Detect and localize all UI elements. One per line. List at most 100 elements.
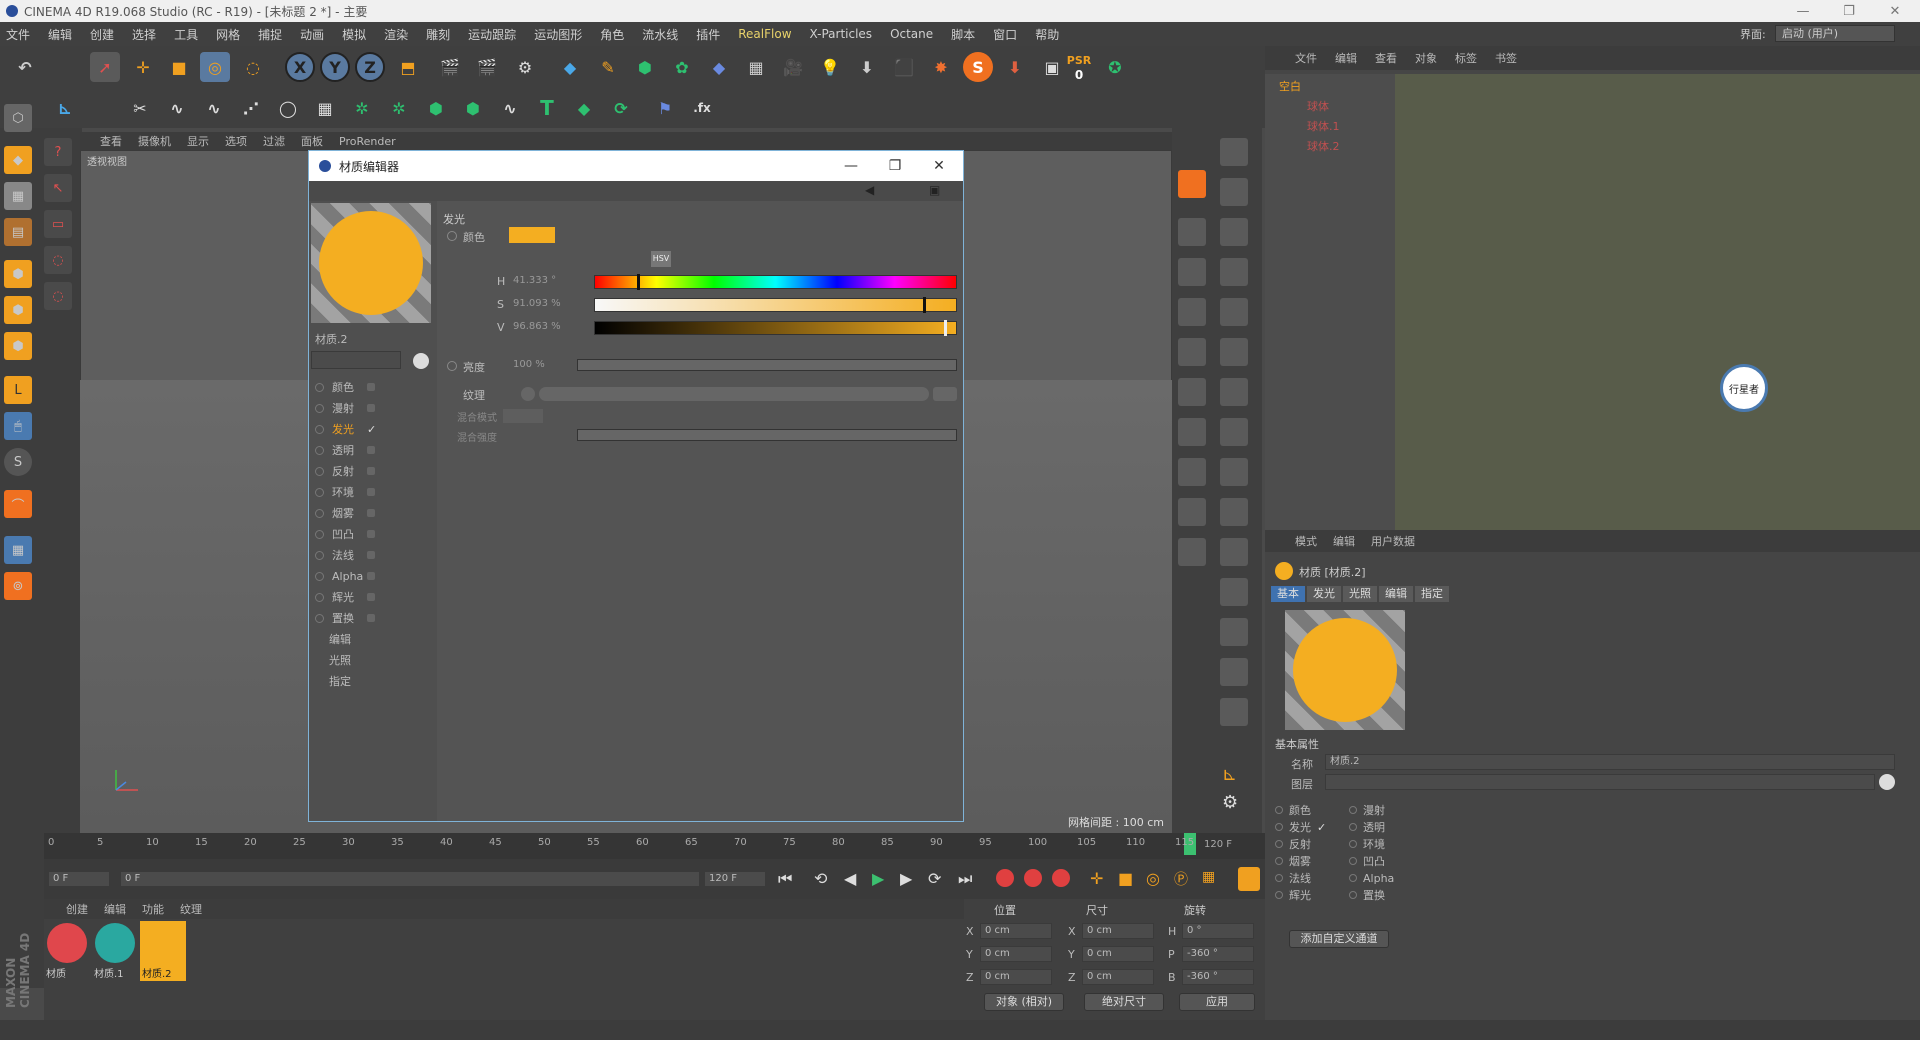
recent-tool-icon[interactable]: ◌ bbox=[238, 52, 268, 82]
material-thumbnail[interactable]: 材质 bbox=[44, 921, 90, 981]
dialog-maximize-button[interactable]: ❐ bbox=[873, 151, 917, 181]
hsv-mode-button[interactable]: HSV bbox=[651, 251, 671, 267]
attribute-channel-row[interactable]: 颜色 bbox=[1275, 802, 1345, 818]
s-value[interactable]: 91.093 % bbox=[513, 298, 561, 309]
coord-size-select[interactable]: 绝对尺寸 bbox=[1084, 993, 1164, 1011]
octane-icon[interactable]: ⬇ bbox=[1000, 52, 1030, 82]
attribute-menu-item[interactable]: 编辑 bbox=[1333, 533, 1355, 549]
menu-item[interactable]: 运动图形 bbox=[534, 26, 582, 43]
hue-slider-knob[interactable] bbox=[636, 274, 640, 290]
help-icon[interactable]: ? bbox=[44, 138, 72, 166]
mirror-icon[interactable] bbox=[1220, 618, 1248, 646]
texture-field[interactable] bbox=[539, 387, 929, 401]
channel-item[interactable]: 漫射 bbox=[315, 398, 435, 418]
deformer-icon[interactable]: ◆ bbox=[704, 52, 734, 82]
attribute-channel-row[interactable]: 凹凸 bbox=[1349, 853, 1419, 869]
pen-icon[interactable]: ✎ bbox=[593, 52, 623, 82]
lasso-selection-icon[interactable]: ◌ bbox=[44, 246, 72, 274]
inset-icon[interactable] bbox=[1178, 418, 1206, 446]
bridge-icon[interactable] bbox=[1178, 458, 1206, 486]
auto-key-icon[interactable] bbox=[1024, 869, 1042, 887]
checkbox-icon[interactable] bbox=[367, 551, 375, 559]
record-icon[interactable] bbox=[996, 869, 1014, 887]
flatten-icon[interactable] bbox=[1220, 298, 1248, 326]
channel-radio-icon[interactable] bbox=[1275, 857, 1283, 865]
erase-icon[interactable] bbox=[1220, 458, 1248, 486]
channel-item[interactable]: 透明 bbox=[315, 440, 435, 460]
rectangle-selection-icon[interactable]: ▭ bbox=[44, 210, 72, 238]
attribute-tab[interactable]: 光照 bbox=[1343, 586, 1377, 602]
material-menu-item[interactable]: 创建 bbox=[66, 901, 88, 917]
viewport-menu-item[interactable]: 查看 bbox=[100, 133, 122, 149]
next-frame-icon[interactable]: ▶ bbox=[900, 869, 912, 888]
x-axis-lock[interactable]: X bbox=[285, 52, 315, 82]
attribute-channel-row[interactable]: 烟雾 bbox=[1275, 853, 1345, 869]
channel-radio-icon[interactable] bbox=[1349, 806, 1357, 814]
pinch-icon[interactable] bbox=[1220, 378, 1248, 406]
smooth-icon[interactable] bbox=[1220, 218, 1248, 246]
channel-item[interactable]: 置换 bbox=[315, 608, 435, 628]
keyframe-selection-icon[interactable] bbox=[1052, 869, 1070, 887]
object-sphere-2[interactable]: 球体.2 bbox=[1307, 138, 1340, 154]
menu-item[interactable]: 角色 bbox=[600, 26, 624, 43]
inflate-icon[interactable] bbox=[1220, 338, 1248, 366]
emitter-icon[interactable]: ✸ bbox=[926, 52, 956, 82]
attribute-channel-row[interactable]: 漫射 bbox=[1349, 802, 1419, 818]
grab-icon[interactable] bbox=[1220, 258, 1248, 286]
object-menu-item[interactable]: 编辑 bbox=[1335, 50, 1357, 66]
dialog-minimize-button[interactable]: — bbox=[829, 151, 873, 181]
menu-item[interactable]: 脚本 bbox=[951, 26, 975, 43]
viewport-menu-item[interactable]: 选项 bbox=[225, 133, 247, 149]
viewport-menu-item[interactable]: ProRender bbox=[339, 135, 396, 148]
material-name[interactable]: 材质.2 bbox=[315, 331, 348, 347]
texture-browse-button[interactable] bbox=[933, 387, 957, 401]
render-settings-icon[interactable]: ⚙ bbox=[510, 52, 540, 82]
voronoi-icon[interactable]: ⬢ bbox=[458, 93, 488, 123]
channel-radio-icon[interactable] bbox=[315, 424, 324, 434]
menu-item[interactable]: 捕捉 bbox=[258, 26, 282, 43]
stitch-icon[interactable] bbox=[1220, 698, 1248, 726]
effector-icon[interactable]: ⚑ bbox=[650, 93, 680, 123]
pen-tool-icon[interactable] bbox=[1178, 258, 1206, 286]
workplane-icon[interactable]: ⊾ bbox=[50, 93, 80, 123]
object-menu-item[interactable]: 文件 bbox=[1295, 50, 1317, 66]
lock-icon[interactable]: ▣ bbox=[929, 183, 940, 197]
coord-rotation-field[interactable]: -360 ° bbox=[1182, 969, 1254, 985]
menu-item[interactable]: 渲染 bbox=[384, 26, 408, 43]
object-menu-item[interactable]: 书签 bbox=[1495, 50, 1517, 66]
deform-icon[interactable] bbox=[1220, 138, 1248, 166]
channel-item[interactable]: Alpha bbox=[315, 566, 435, 586]
matrix-icon[interactable]: ⬢ bbox=[421, 93, 451, 123]
layout-select[interactable]: 启动 (用户) bbox=[1775, 25, 1895, 42]
s-plugin-button[interactable]: S bbox=[963, 52, 993, 82]
channel-radio-icon[interactable] bbox=[315, 529, 324, 539]
rotate-icon[interactable]: ◎ bbox=[200, 52, 230, 82]
slide-icon[interactable] bbox=[1220, 658, 1248, 686]
timeline-layout-icon[interactable] bbox=[1238, 867, 1260, 891]
key-scale-icon[interactable]: ■ bbox=[1118, 869, 1133, 888]
coord-size-field[interactable]: 0 cm bbox=[1082, 946, 1154, 962]
polygon-selection-icon[interactable]: ◌ bbox=[44, 282, 72, 310]
channel-item[interactable]: 指定 bbox=[329, 671, 449, 691]
channel-radio-icon[interactable] bbox=[1349, 857, 1357, 865]
channel-radio-icon[interactable] bbox=[315, 487, 324, 497]
light-icon[interactable]: 💡 bbox=[815, 52, 845, 82]
coordinate-system-icon[interactable]: ⬒ bbox=[393, 52, 423, 82]
menu-item[interactable]: 帮助 bbox=[1035, 26, 1059, 43]
channel-radio-icon[interactable] bbox=[315, 592, 324, 602]
attribute-menu-item[interactable]: 模式 bbox=[1295, 533, 1317, 549]
mocube-icon[interactable]: ◆ bbox=[569, 93, 599, 123]
layer-picker-icon[interactable] bbox=[413, 353, 429, 369]
texture-mode-icon[interactable]: ▦ bbox=[4, 182, 32, 210]
edges-mode-icon[interactable]: ⬢ bbox=[4, 296, 32, 324]
material-menu-item[interactable]: 功能 bbox=[142, 901, 164, 917]
apply-button[interactable]: 应用 bbox=[1179, 993, 1255, 1011]
channel-radio-icon[interactable] bbox=[1275, 840, 1283, 848]
menu-item[interactable]: Octane bbox=[890, 27, 933, 41]
menu-item[interactable]: 插件 bbox=[696, 26, 720, 43]
hue-slider[interactable] bbox=[594, 274, 957, 290]
color-swatch[interactable] bbox=[509, 227, 555, 243]
channel-radio-icon[interactable] bbox=[315, 550, 324, 560]
attribute-tab[interactable]: 指定 bbox=[1415, 586, 1449, 602]
settings-gear-icon[interactable]: ⚙ bbox=[1222, 792, 1238, 813]
